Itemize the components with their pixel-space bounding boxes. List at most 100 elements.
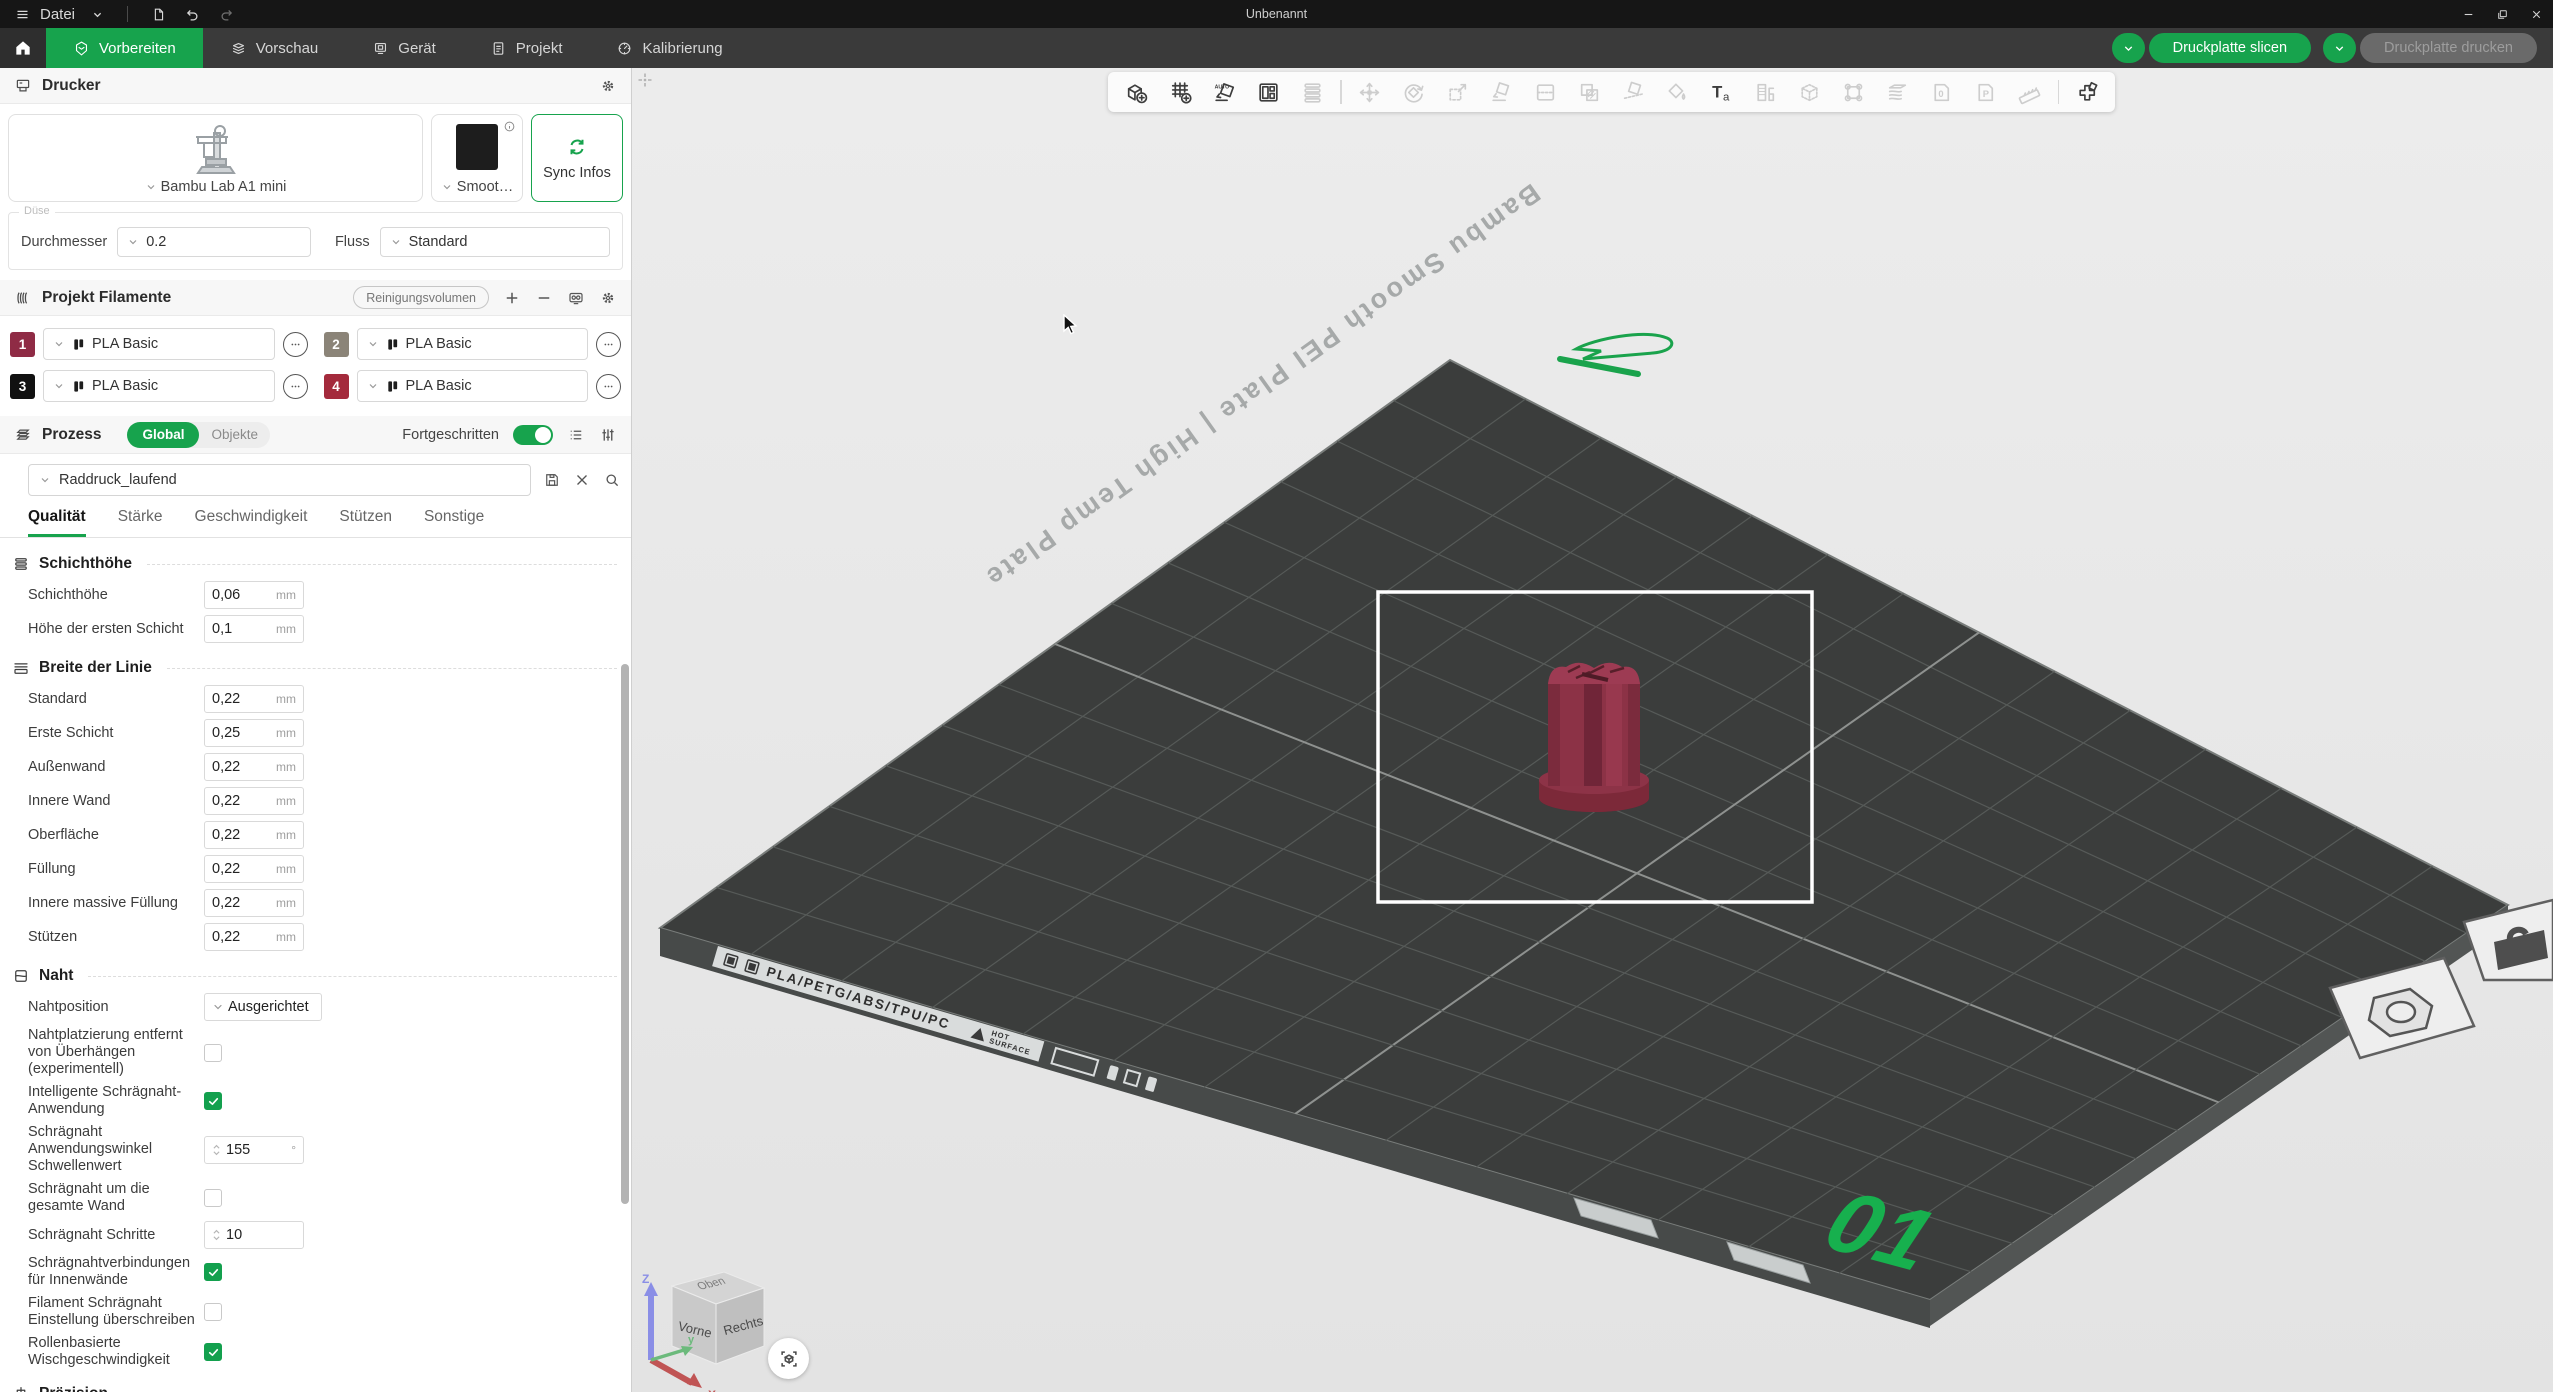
setting-input[interactable]: 0,22mm	[204, 889, 304, 917]
tab-projekt[interactable]: Projekt	[463, 28, 590, 68]
variable-layer-tool-icon[interactable]	[1744, 75, 1788, 109]
filament-color-badge[interactable]: 3	[10, 374, 35, 399]
setting-select[interactable]: Ausgerichtet	[204, 993, 322, 1021]
tab-gerät[interactable]: Gerät	[345, 28, 463, 68]
close-button[interactable]	[2519, 0, 2553, 28]
printer-settings-gear-icon[interactable]	[599, 77, 617, 95]
filament-select[interactable]: PLA Basic	[357, 328, 589, 360]
advanced-toggle[interactable]	[513, 425, 553, 445]
tab-vorschau[interactable]: Vorschau	[203, 28, 346, 68]
setting-input[interactable]: 0,22mm	[204, 753, 304, 781]
preset-select[interactable]: Raddruck_laufend	[28, 464, 531, 496]
setting-input[interactable]: 0,22mm	[204, 821, 304, 849]
slice-dropdown-button[interactable]	[2112, 33, 2145, 63]
filament-settings-gear-icon[interactable]	[599, 289, 617, 307]
remove-filament-icon[interactable]	[535, 289, 553, 307]
filament-edit-button[interactable]	[283, 374, 308, 399]
home-button[interactable]	[0, 28, 46, 68]
paint-tool-icon[interactable]	[1656, 75, 1700, 109]
process-tab-stützen[interactable]: Stützen	[339, 508, 392, 537]
print-dropdown-button[interactable]	[2323, 33, 2356, 63]
process-tab-qualität[interactable]: Qualität	[28, 508, 86, 537]
flow-select[interactable]: Standard	[380, 227, 610, 257]
process-tab-stärke[interactable]: Stärke	[118, 508, 163, 537]
setting-input[interactable]: 0,25mm	[204, 719, 304, 747]
build-plate[interactable]	[660, 360, 2508, 1300]
text-tool-tool-icon[interactable]: Ta	[1700, 75, 1744, 109]
reset-preset-icon[interactable]	[573, 471, 591, 489]
maximize-button[interactable]	[2485, 0, 2519, 28]
process-tab-sonstige[interactable]: Sonstige	[424, 508, 484, 537]
tune-icon[interactable]	[599, 426, 617, 444]
settings-list-icon[interactable]	[567, 426, 585, 444]
doc-p-tool-icon[interactable]: P	[1964, 75, 2008, 109]
setting-checkbox[interactable]	[204, 1303, 222, 1321]
save-preset-icon[interactable]	[543, 471, 561, 489]
printer-selector-card[interactable]: Bambu Lab A1 mini	[8, 114, 423, 202]
scope-toggle[interactable]: Global Objekte	[127, 422, 270, 448]
process-tab-geschwindigkeit[interactable]: Geschwindigkeit	[195, 508, 308, 537]
setting-spinner[interactable]: 10	[204, 1221, 304, 1249]
setting-input[interactable]: 0,1mm	[204, 615, 304, 643]
split-objects-tool-icon[interactable]	[1524, 75, 1568, 109]
doc-zero-tool-icon[interactable]: 0	[1920, 75, 1964, 109]
sync-infos-button[interactable]: Sync Infos	[531, 114, 623, 202]
setting-checkbox[interactable]	[204, 1044, 222, 1062]
filament-select[interactable]: PLA Basic	[357, 370, 589, 402]
arrange-tool-icon[interactable]	[1246, 75, 1290, 109]
fit-view-button[interactable]	[768, 1338, 809, 1379]
assembly-tool-icon[interactable]	[2065, 75, 2109, 109]
add-plate-tool-icon[interactable]	[1158, 75, 1202, 109]
mesh-edit-tool-icon[interactable]	[1788, 75, 1832, 109]
add-object-tool-icon[interactable]	[1114, 75, 1158, 109]
menu-chevron-icon[interactable]	[85, 7, 109, 22]
setting-checkbox[interactable]	[204, 1263, 222, 1281]
layers-stack-tool-icon[interactable]	[1290, 75, 1334, 109]
seam-paint-tool-icon[interactable]	[1876, 75, 1920, 109]
info-icon[interactable]	[503, 120, 516, 133]
search-icon[interactable]	[603, 471, 621, 489]
setting-checkbox[interactable]	[204, 1092, 222, 1110]
filament-select[interactable]: PLA Basic	[43, 370, 275, 402]
scope-objects[interactable]: Objekte	[199, 427, 270, 442]
scale-tool-icon[interactable]	[1436, 75, 1480, 109]
add-filament-icon[interactable]	[503, 289, 521, 307]
new-file-icon[interactable]	[146, 7, 170, 22]
ams-sync-icon[interactable]	[567, 289, 585, 307]
setting-input[interactable]: 0,22mm	[204, 787, 304, 815]
setting-input[interactable]: 0,22mm	[204, 855, 304, 883]
setting-input[interactable]: 0,22mm	[204, 923, 304, 951]
filament-edit-button[interactable]	[596, 374, 621, 399]
setting-input[interactable]: 0,22mm	[204, 685, 304, 713]
minimize-button[interactable]	[2451, 0, 2485, 28]
filament-select[interactable]: PLA Basic	[43, 328, 275, 360]
cut-tool-icon[interactable]	[1612, 75, 1656, 109]
tab-kalibrierung[interactable]: Kalibrierung	[589, 28, 749, 68]
viewport-3d[interactable]: Bambu Smooth PEI Plate | High Temp Plate…	[632, 68, 2553, 1392]
boolean-tool-icon[interactable]	[1568, 75, 1612, 109]
diameter-select[interactable]: 0.2	[117, 227, 311, 257]
measure-tool-icon[interactable]	[2008, 75, 2052, 109]
redo-icon[interactable]	[214, 7, 238, 22]
filament-edit-button[interactable]	[596, 332, 621, 357]
rotate-tool-icon[interactable]	[1392, 75, 1436, 109]
setting-checkbox[interactable]	[204, 1343, 222, 1361]
move-tool-icon[interactable]	[1348, 75, 1392, 109]
setting-spinner[interactable]: 155°	[204, 1136, 304, 1164]
setting-input[interactable]: 0,06mm	[204, 581, 304, 609]
model-object[interactable]	[1539, 663, 1649, 812]
setting-checkbox[interactable]	[204, 1189, 222, 1207]
filament-color-badge[interactable]: 1	[10, 332, 35, 357]
lay-flat-tool-icon[interactable]	[1480, 75, 1524, 109]
filament-color-badge[interactable]: 2	[324, 332, 349, 357]
scope-global[interactable]: Global	[127, 422, 199, 448]
filament-edit-button[interactable]	[283, 332, 308, 357]
undo-icon[interactable]	[180, 7, 204, 22]
file-menu[interactable]: Datei	[10, 6, 75, 23]
cleaning-volume-button[interactable]: Reinigungsvolumen	[353, 286, 489, 309]
plate-type-card[interactable]: Smoot…	[431, 114, 523, 202]
tab-vorbereiten[interactable]: Vorbereiten	[46, 28, 203, 68]
slice-plate-button[interactable]: Druckplatte slicen	[2149, 33, 2311, 63]
support-paint-tool-icon[interactable]	[1832, 75, 1876, 109]
panel-collapse-handle[interactable]	[637, 72, 653, 88]
